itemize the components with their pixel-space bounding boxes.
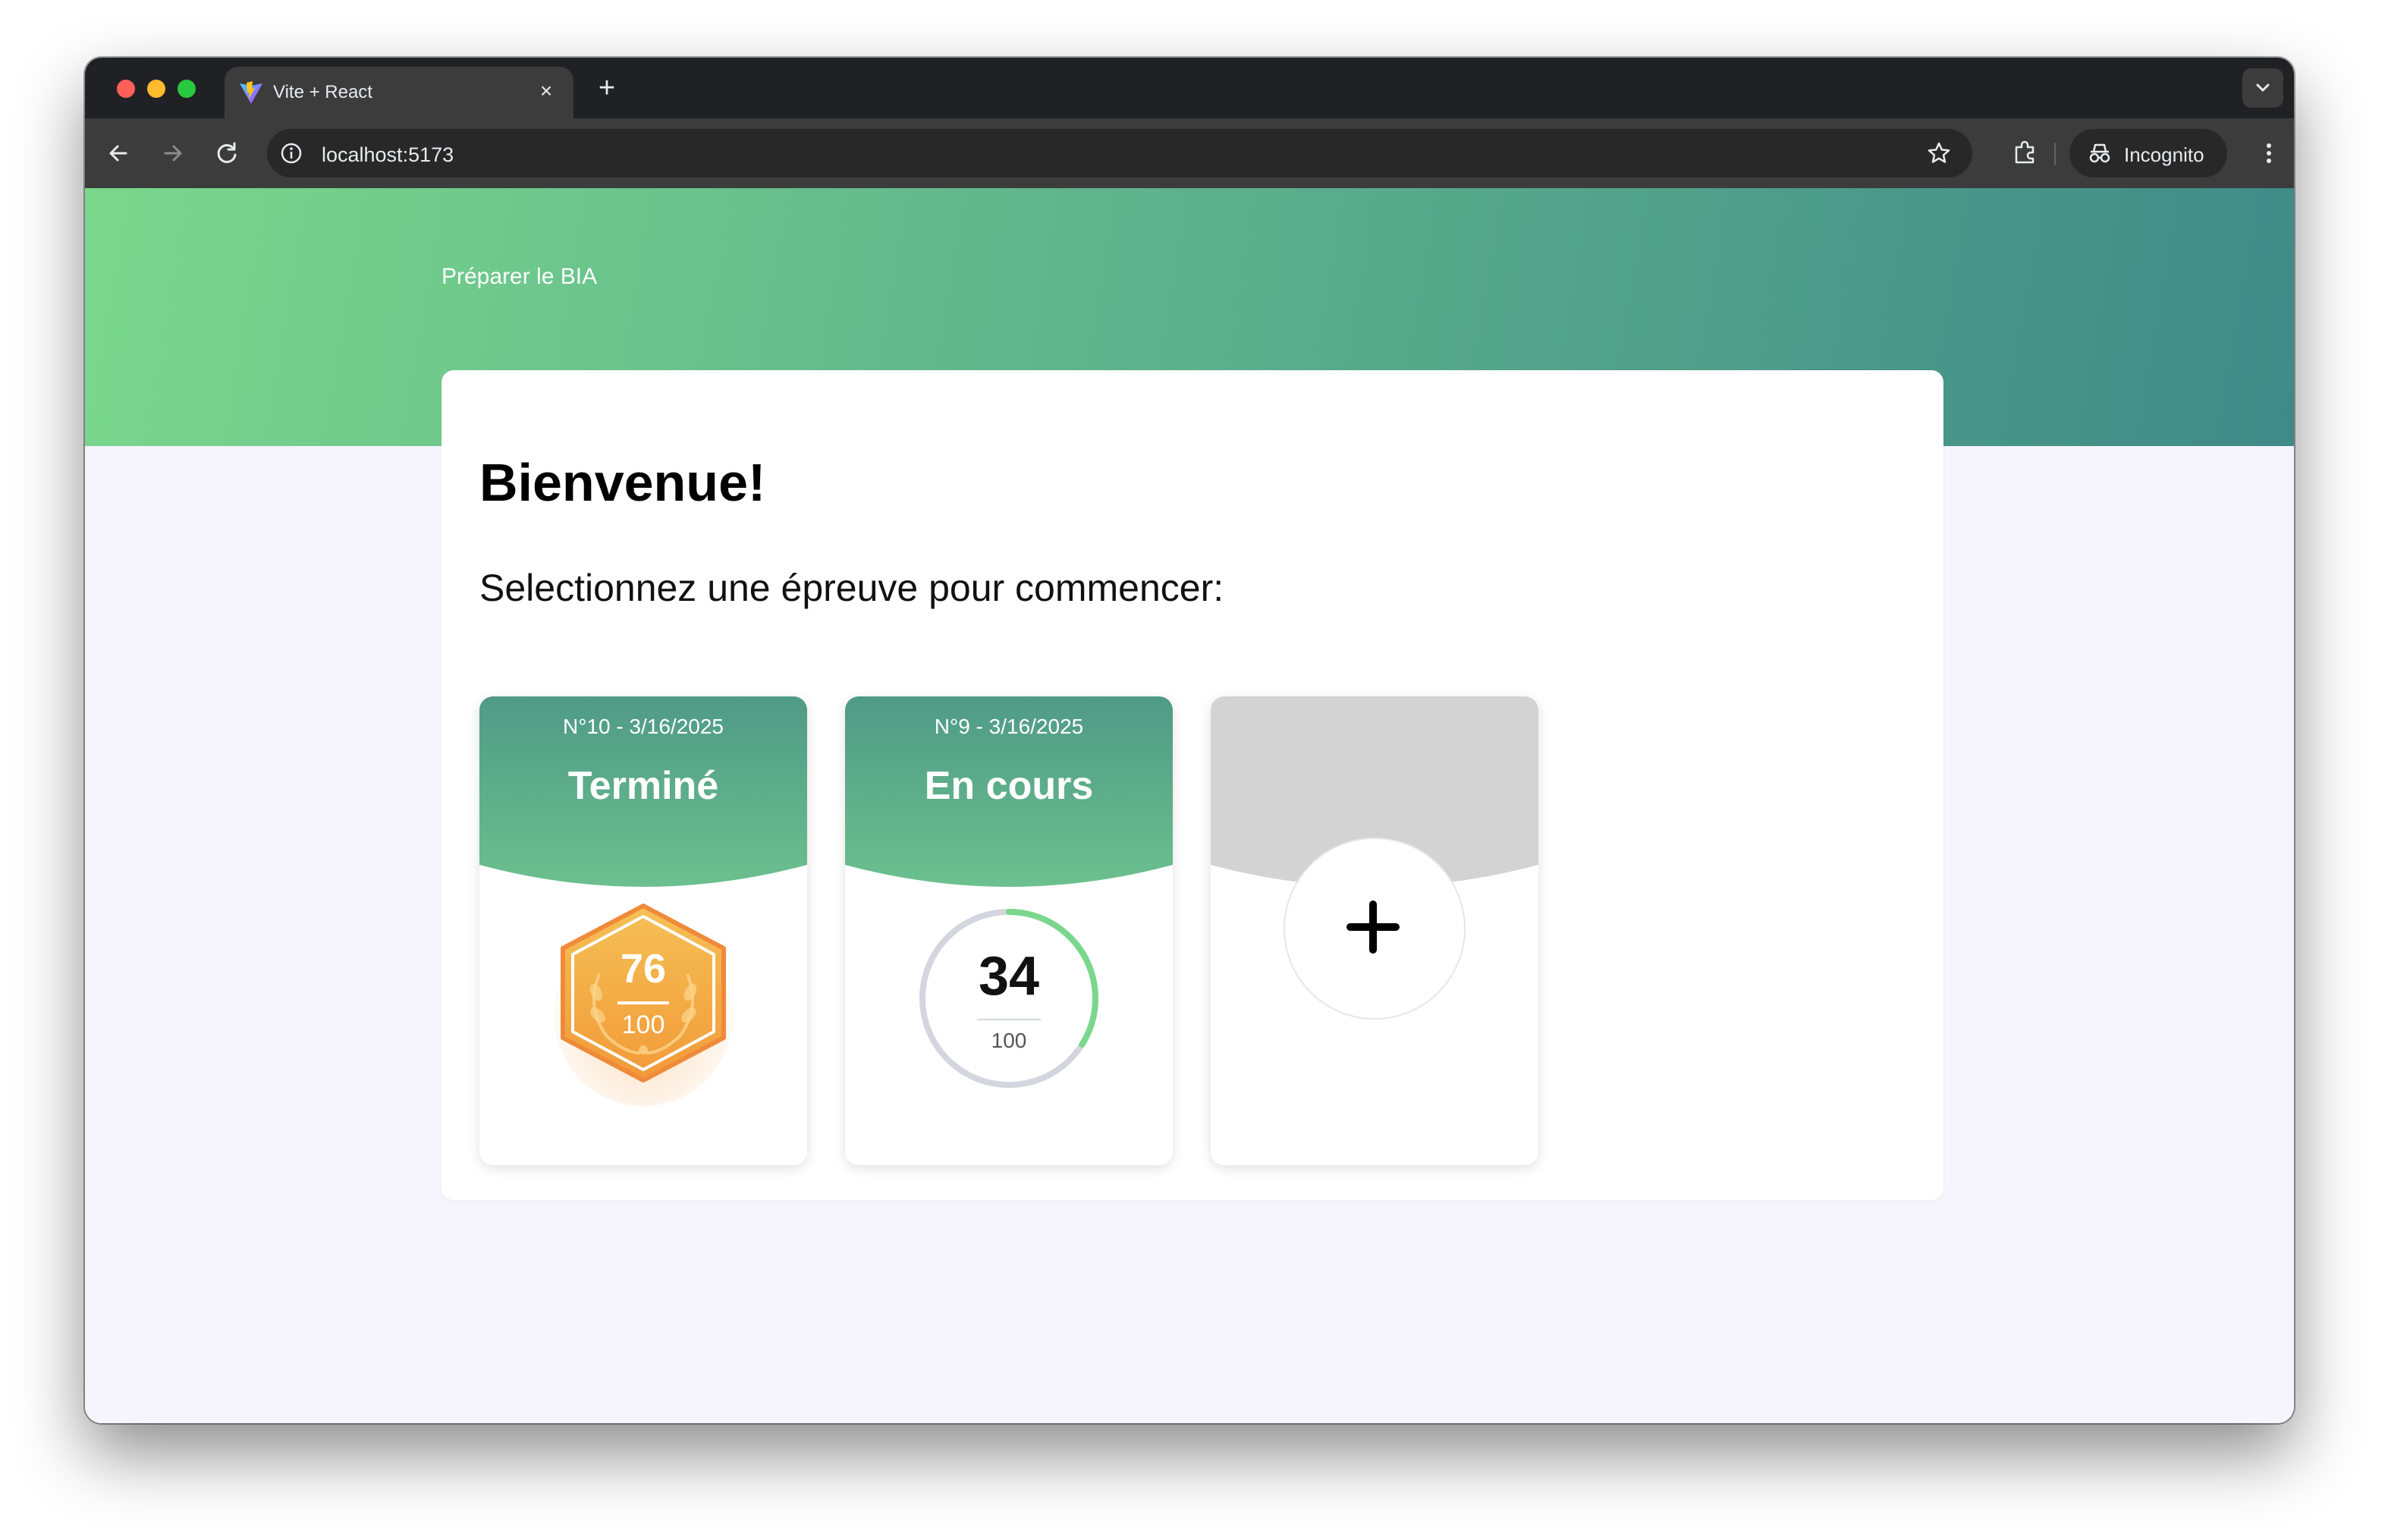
- badge-total: 100: [621, 1010, 665, 1039]
- brand-link[interactable]: Préparer le BIA: [441, 264, 597, 290]
- exam-number-date: N°9 - 3/16/2025: [934, 715, 1084, 738]
- new-exam-card[interactable]: [1211, 696, 1538, 1165]
- toolbar-divider: [2054, 143, 2056, 165]
- incognito-indicator[interactable]: Incognito: [2069, 129, 2227, 178]
- badge-score: 76: [620, 946, 667, 992]
- incognito-icon: [2089, 143, 2110, 163]
- extensions-puzzle-icon[interactable]: [2009, 137, 2042, 170]
- exam-status: En cours: [924, 764, 1094, 808]
- close-window-button[interactable]: [117, 80, 135, 98]
- address-bar[interactable]: localhost:5173: [267, 129, 1972, 178]
- site-info-icon[interactable]: [279, 141, 303, 165]
- forward-arrow-icon[interactable]: [156, 137, 190, 170]
- progress-ring: 34 100: [918, 907, 1100, 1089]
- page-title: Bienvenue!: [479, 453, 766, 512]
- add-exam-button[interactable]: [1284, 838, 1466, 1020]
- plus-icon: [1346, 900, 1400, 954]
- url-text: localhost:5173: [322, 143, 454, 166]
- browser-window: Vite + React × + localhost:5173 Incognit…: [85, 58, 2294, 1423]
- bookmark-star-icon[interactable]: [1925, 140, 1953, 167]
- page-subtitle: Selectionnez une épreuve pour commencer:: [479, 567, 1224, 609]
- page-content: Préparer le BIA Bienvenue! Selectionnez …: [85, 188, 2294, 1423]
- progress-total: 100: [991, 1029, 1027, 1052]
- exam-card-completed[interactable]: N°10 - 3/16/2025 Terminé 76 100: [479, 696, 807, 1165]
- tab-strip: Vite + React × +: [85, 58, 2294, 118]
- reload-icon[interactable]: [211, 137, 244, 170]
- progress-score: 34: [978, 946, 1040, 1007]
- back-arrow-icon[interactable]: [102, 137, 135, 170]
- kebab-menu-icon[interactable]: [2258, 137, 2280, 170]
- exam-status: Terminé: [567, 764, 719, 808]
- new-tab-button[interactable]: +: [590, 71, 624, 105]
- tab-vite-react[interactable]: Vite + React ×: [225, 67, 573, 118]
- exam-card-in-progress[interactable]: N°9 - 3/16/2025 En cours 34 100: [845, 696, 1173, 1165]
- exam-number-date: N°10 - 3/16/2025: [562, 715, 724, 738]
- tab-title: Vite + React: [273, 82, 372, 102]
- tab-close-icon[interactable]: ×: [533, 77, 560, 105]
- vite-logo-icon: [240, 81, 262, 104]
- main-panel: Bienvenue! Selectionnez une épreuve pour…: [441, 370, 1943, 1200]
- score-badge: 76 100: [552, 901, 734, 1106]
- tab-search-button[interactable]: [2242, 68, 2283, 108]
- zoom-window-button[interactable]: [178, 80, 196, 98]
- chevron-down-icon: [2256, 83, 2270, 92]
- incognito-label: Incognito: [2124, 143, 2204, 166]
- browser-toolbar: localhost:5173 Incognito: [85, 118, 2294, 188]
- minimize-window-button[interactable]: [147, 80, 165, 98]
- hexagon-badge-icon: [554, 904, 733, 1106]
